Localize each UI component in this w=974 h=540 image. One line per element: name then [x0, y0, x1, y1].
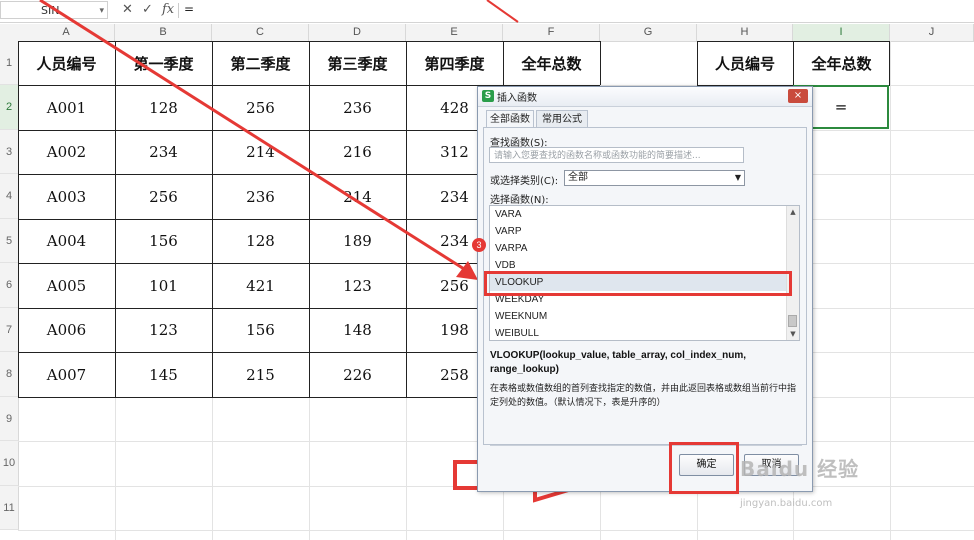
function-item[interactable]: WEEKNUM: [490, 308, 787, 325]
highlight-vlookup-box: [484, 271, 792, 296]
step-badge: 3: [472, 238, 486, 252]
category-value: 全部: [568, 172, 588, 183]
wps-sheet-icon: S: [482, 90, 494, 102]
chevron-down-icon: ▼: [734, 173, 741, 182]
scroll-down-icon[interactable]: ▼: [787, 328, 799, 340]
function-list-label: 选择函数(N):: [490, 195, 549, 206]
function-description: 在表格或数值数组的首列查找指定的数值，并由此返回表格或数组当前行中指定列处的数值…: [490, 384, 797, 408]
baidu-watermark: Baidu 经验 jingyan.baidu.com: [740, 453, 860, 509]
tab-all-functions[interactable]: 全部函数: [486, 110, 534, 128]
dialog-title: 插入函数: [497, 93, 537, 104]
function-item[interactable]: VARPA: [490, 240, 787, 257]
dialog-titlebar: S 插入函数 ×: [478, 87, 812, 107]
tab-common-formulas[interactable]: 常用公式: [536, 110, 588, 127]
close-button[interactable]: ×: [788, 89, 808, 103]
pointer-arrow-line: [39, 0, 473, 276]
dialog-divider: [490, 445, 802, 446]
function-item[interactable]: VARP: [490, 223, 787, 240]
highlight-ok-box: [669, 442, 739, 494]
search-placeholder: 请输入您要查找的函数名称或函数功能的简要描述...: [494, 151, 701, 161]
scrollbar-thumb[interactable]: [788, 315, 797, 327]
function-search-input[interactable]: 请输入您要查找的函数名称或函数功能的简要描述...: [489, 147, 744, 163]
watermark-url: jingyan.baidu.com: [740, 498, 833, 509]
category-label: 或选择类别(C):: [490, 176, 559, 187]
function-item[interactable]: WEIBULL: [490, 325, 787, 340]
category-select[interactable]: 全部 ▼: [564, 170, 745, 186]
watermark-logo-text: Baidu 经验: [740, 457, 860, 481]
top-arrow-line: [486, 0, 519, 23]
function-item[interactable]: VARA: [490, 206, 787, 223]
function-signature: VLOOKUP(lookup_value, table_array, col_i…: [490, 350, 747, 375]
scroll-up-icon[interactable]: ▲: [787, 206, 799, 218]
pointer-arrow-head: [456, 261, 478, 280]
